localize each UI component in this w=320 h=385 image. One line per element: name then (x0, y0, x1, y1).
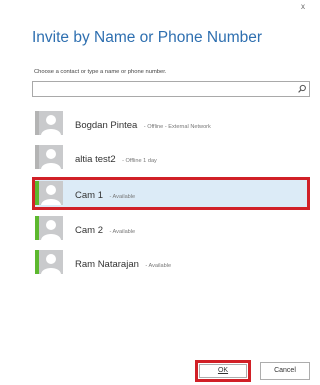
person-icon (39, 145, 63, 169)
close-button[interactable]: x (298, 2, 308, 12)
contact-name: Cam 1 (75, 190, 103, 201)
contact-item-selected[interactable]: Cam 1 - Available (32, 177, 310, 210)
dialog-title: Invite by Name or Phone Number (32, 29, 263, 46)
avatar (39, 111, 63, 135)
person-icon (39, 181, 63, 205)
person-icon (39, 111, 63, 135)
contact-name: Ram Natarajan (75, 259, 139, 270)
search-box[interactable] (32, 81, 310, 97)
ok-button[interactable]: OK (195, 360, 251, 382)
person-icon (39, 250, 63, 274)
contact-name: altia test2 (75, 154, 116, 165)
contact-status: - Available (109, 194, 136, 200)
search-input[interactable] (35, 83, 295, 95)
avatar (39, 250, 63, 274)
search-icon[interactable] (297, 84, 307, 94)
instruction-text: Choose a contact or type a name or phone… (34, 69, 167, 75)
avatar (39, 216, 63, 240)
avatar (39, 181, 63, 205)
contact-name: Cam 2 (75, 225, 103, 236)
contact-item[interactable]: Cam 2 - Available (32, 213, 310, 244)
invite-dialog: x Invite by Name or Phone Number Choose … (0, 0, 310, 385)
avatar (39, 145, 63, 169)
contact-status: - Offline 1 day (122, 158, 157, 164)
contact-status: - Available (109, 229, 136, 235)
person-icon (39, 216, 63, 240)
contact-name: Bogdan Pintea (75, 120, 138, 131)
contact-item[interactable]: Bogdan Pintea - Offline - External Netwo… (32, 108, 310, 139)
contact-item[interactable]: altia test2 - Offline 1 day (32, 142, 310, 173)
contact-status: - Offline - External Network (143, 124, 211, 130)
contact-status: - Available (145, 263, 172, 269)
ok-button-label: OK (199, 364, 247, 378)
contact-item[interactable]: Ram Natarajan - Available (32, 247, 310, 278)
cancel-button[interactable]: Cancel (260, 362, 310, 380)
